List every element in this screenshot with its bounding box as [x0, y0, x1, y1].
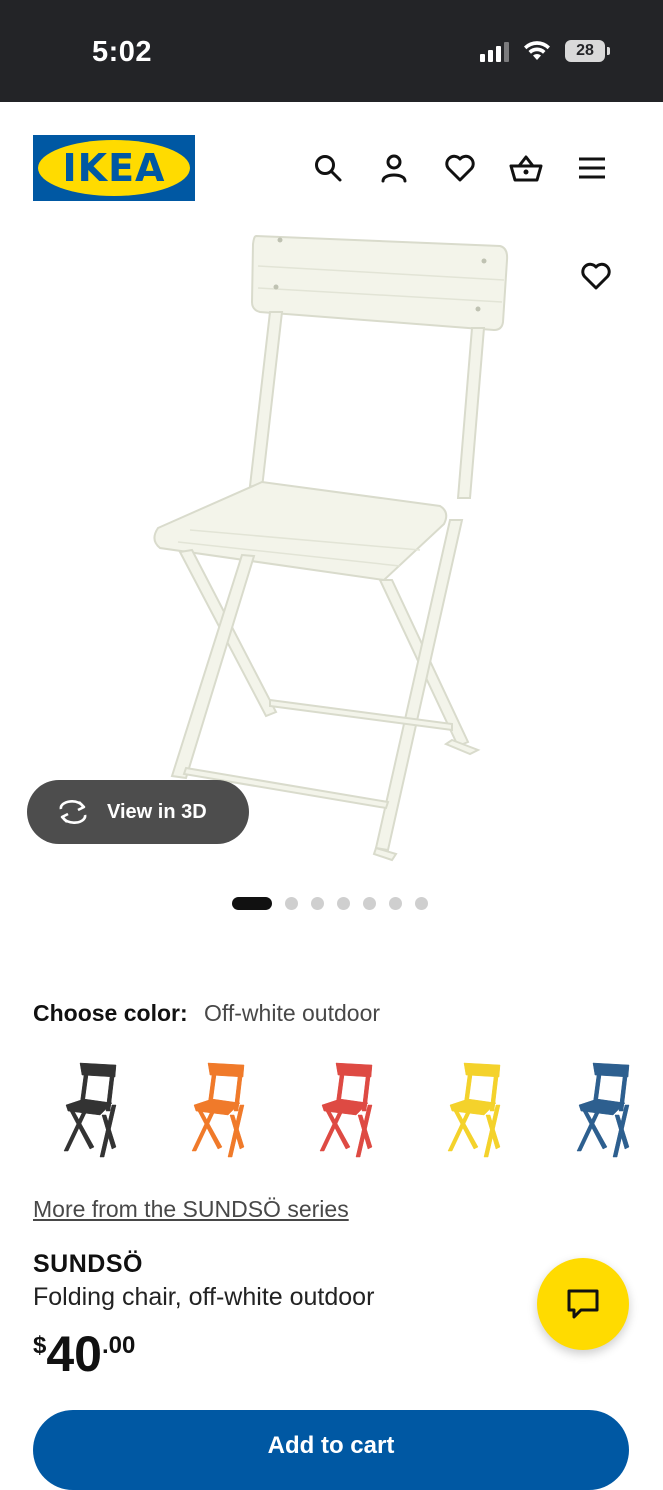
- product-image[interactable]: [0, 230, 663, 870]
- color-swatch-yellow[interactable]: [414, 1055, 534, 1165]
- price-decimal: .00: [101, 1332, 136, 1359]
- selected-color: Off-white outdoor: [204, 1000, 381, 1026]
- status-time: 5:02: [92, 36, 153, 68]
- product-name: SUNDSÖ: [33, 1250, 143, 1278]
- add-to-cart-button[interactable]: Add to cart: [33, 1410, 629, 1490]
- site-header: IKEA: [0, 102, 663, 230]
- view-in-3d-label: View in 3D: [107, 800, 207, 823]
- hamburger-menu-icon[interactable]: [574, 150, 610, 186]
- color-swatch-red[interactable]: [286, 1055, 406, 1165]
- carousel-dot[interactable]: [285, 897, 298, 910]
- add-to-favourites-icon[interactable]: [575, 255, 617, 297]
- color-swatch-blue[interactable]: [543, 1055, 663, 1165]
- carousel-dot[interactable]: [389, 897, 402, 910]
- chat-button[interactable]: [537, 1258, 629, 1350]
- carousel-dot[interactable]: [232, 897, 272, 910]
- carousel-dot[interactable]: [415, 897, 428, 910]
- price-integer: 40: [46, 1326, 102, 1382]
- product-description: Folding chair, off-white outdoor: [33, 1283, 375, 1311]
- rotate-3d-icon: [59, 800, 87, 824]
- color-swatch-black[interactable]: [30, 1055, 150, 1165]
- image-carousel-dots: [232, 897, 428, 910]
- carousel-dot[interactable]: [311, 897, 324, 910]
- header-nav: [310, 150, 610, 186]
- view-in-3d-button[interactable]: View in 3D: [27, 780, 249, 844]
- carousel-dot[interactable]: [337, 897, 350, 910]
- status-indicators: 28: [480, 40, 610, 62]
- color-label: Choose color:: [33, 1000, 188, 1026]
- color-swatch-orange[interactable]: [158, 1055, 278, 1165]
- carousel-dot[interactable]: [363, 897, 376, 910]
- product-price: $ 40 .00: [33, 1326, 135, 1382]
- price-currency: $: [33, 1332, 47, 1359]
- status-bar: 5:02 28: [0, 0, 663, 102]
- series-link[interactable]: More from the SUNDSÖ series: [33, 1196, 349, 1223]
- cellular-signal-icon: [480, 40, 509, 62]
- battery-indicator: 28: [565, 40, 610, 62]
- search-icon[interactable]: [310, 150, 346, 186]
- chat-bubble-icon: [567, 1289, 599, 1319]
- color-chooser: Choose color: Off-white outdoor: [33, 1000, 380, 1027]
- wifi-icon: [524, 41, 550, 60]
- logo-text: IKEA: [38, 140, 190, 196]
- heart-icon[interactable]: [442, 150, 478, 186]
- color-swatches: [0, 1055, 663, 1165]
- user-icon[interactable]: [376, 150, 412, 186]
- basket-icon[interactable]: [508, 150, 544, 186]
- ikea-logo[interactable]: IKEA: [33, 135, 195, 201]
